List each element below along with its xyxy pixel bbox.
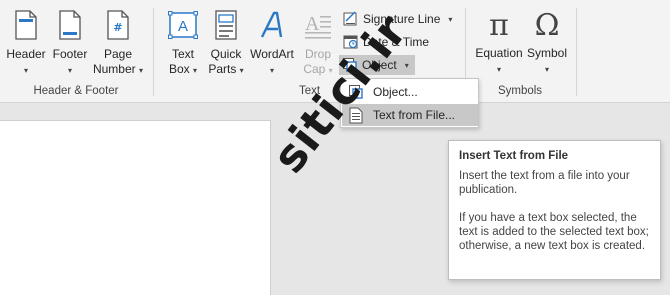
- svg-text:A: A: [178, 18, 188, 35]
- chevron-down-icon: ▾: [448, 14, 453, 24]
- text-box-label-1: Text: [171, 47, 194, 61]
- quick-parts-icon: [206, 10, 246, 44]
- quick-parts-label-1: Quick: [210, 47, 242, 61]
- svg-text:#: #: [113, 21, 122, 34]
- group-separator: [153, 8, 154, 96]
- tooltip-text-2: If you have a text box selected, the tex…: [459, 212, 649, 252]
- quick-parts-button[interactable]: Quick Parts ▾: [206, 10, 246, 78]
- chevron-down-icon: ▾: [139, 66, 144, 75]
- chevron-down-icon: ▾: [23, 66, 28, 75]
- chevron-down-icon: ▾: [269, 66, 274, 75]
- text-box-icon: A: [163, 10, 203, 44]
- omega-icon: Ω: [534, 8, 560, 43]
- page-number-label-2: Number ▾: [92, 62, 144, 76]
- symbol-button[interactable]: Ω Symbol ▾: [525, 10, 569, 77]
- chevron-down-icon: ▾: [193, 66, 198, 75]
- footer-label: Footer: [52, 47, 88, 61]
- document-page[interactable]: [0, 120, 271, 295]
- tooltip: Insert Text from File Insert the text fr…: [448, 140, 661, 280]
- group-separator: [576, 8, 577, 96]
- page-number-button[interactable]: # Page Number ▾: [90, 10, 146, 78]
- drop-cap-icon: A: [298, 10, 338, 44]
- symbol-label: Symbol: [526, 46, 567, 60]
- header-footer-group-label: Header & Footer: [33, 85, 119, 97]
- footer-icon: [50, 10, 90, 44]
- wordart-label: WordArt: [250, 47, 294, 61]
- chevron-down-icon: ▾: [544, 65, 549, 74]
- menu-item-object-label: Object...: [373, 85, 418, 99]
- menu-item-text-from-file-label: Text from File...: [373, 108, 456, 122]
- quick-parts-label-2: Parts ▾: [208, 62, 244, 76]
- page-number-icon: #: [90, 10, 146, 44]
- chevron-down-icon: ▾: [239, 66, 244, 75]
- text-box-button[interactable]: A Text Box ▾: [163, 10, 203, 78]
- svg-text:A: A: [305, 13, 320, 35]
- text-box-label-2: Box ▾: [168, 62, 198, 76]
- chevron-down-icon: ▾: [67, 66, 72, 75]
- footer-button[interactable]: Footer ▾: [50, 10, 90, 78]
- signature-line-icon: [343, 11, 359, 27]
- wordart-icon: [248, 10, 296, 44]
- symbols-group-label: Symbols: [497, 85, 543, 97]
- chevron-down-icon: ▾: [496, 65, 501, 74]
- tooltip-title: Insert Text from File: [459, 150, 569, 162]
- equation-label: Equation: [475, 46, 523, 60]
- equation-button[interactable]: π Equation ▾: [472, 10, 526, 77]
- wordart-button[interactable]: WordArt ▾: [248, 10, 296, 78]
- header-button[interactable]: Header ▾: [4, 10, 48, 78]
- page-number-label-1: Page: [103, 47, 133, 61]
- tooltip-text-1: Insert the text from a file into your pu…: [459, 170, 630, 196]
- pi-icon: π: [489, 8, 509, 43]
- chevron-down-icon: ▾: [404, 60, 409, 70]
- header-icon: [4, 10, 48, 44]
- header-label: Header: [6, 47, 46, 61]
